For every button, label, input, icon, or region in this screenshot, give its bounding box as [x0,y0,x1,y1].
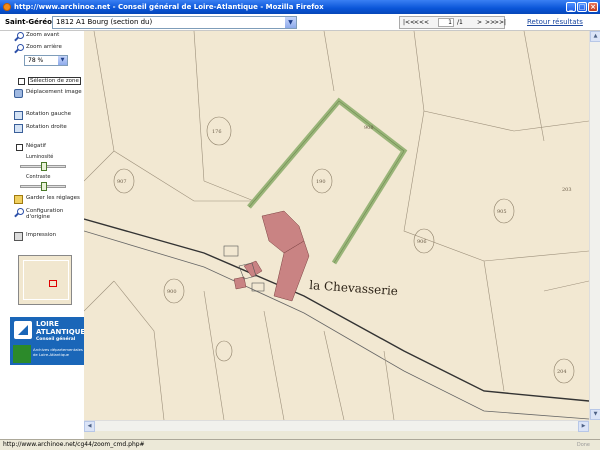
rotate-left-tool[interactable]: Rotation gauche [14,111,71,120]
pager: |<< << < 1 /1 > >> >>| [399,16,506,29]
zoom-in-label: Zoom avant [26,32,60,38]
map-viewer[interactable]: 176 908 190 907 906 905 900 204 203 la C… [84,31,589,420]
map-thumbnail[interactable] [18,255,72,305]
parcel-number: 905 [497,209,507,215]
horizontal-scrollbar[interactable]: ◀ ▶ [84,420,589,432]
logo-line1: LOIRE [36,320,59,328]
section-select-value: 1812 A1 Bourg (section du) [56,18,153,26]
place-label: Saint-Géréon [5,18,57,26]
next-page-button[interactable]: > [477,17,482,28]
parcel-number: 176 [212,129,222,135]
contrast-label: Contraste [26,174,51,180]
contrast-slider[interactable] [20,182,66,191]
zoom-in-tool[interactable]: Zoom avant [14,32,59,41]
zoom-select[interactable]: 78 % ▼ [24,55,68,66]
wrench-icon [14,208,24,217]
parcel-number: 908 [364,125,374,131]
maximize-button[interactable]: □ [577,2,587,12]
negative-label: Négatif [26,143,46,149]
rotate-left-label: Rotation gauche [26,111,71,117]
close-button[interactable]: × [588,2,598,12]
thumbnail-frame [23,260,69,300]
zone-select-tool[interactable]: Sélection de zone [18,77,81,85]
chevron-down-icon[interactable]: ▼ [285,17,296,28]
status-bar: http://www.archinoe.net/cg44/zoom_cmd.ph… [0,439,600,450]
zoom-out-tool[interactable]: Zoom arrière [14,44,62,53]
section-select[interactable]: 1812 A1 Bourg (section du) ▼ [52,16,297,29]
rotate-right-label: Rotation droite [26,124,67,130]
back-results-link[interactable]: Retour résultats [527,18,583,26]
prev-fast-button[interactable]: << [414,17,424,28]
logo-line3: Conseil général [36,337,76,342]
parcel-number: 190 [316,179,326,185]
print-label: Impression [26,232,57,238]
contrast-slider-thumb[interactable] [41,182,47,191]
zone-select-label: Sélection de zone [28,77,81,85]
viewer-toolbar: Saint-Géréon 1812 A1 Bourg (section du) … [0,14,600,31]
zoom-in-icon [14,32,24,41]
parcel-number: 203 [562,187,572,193]
parcel-number: 204 [557,369,567,375]
status-url: http://www.archinoe.net/cg44/zoom_cmd.ph… [3,441,145,448]
minimize-button[interactable]: _ [566,2,576,12]
move-image-label: Déplacement image [26,89,82,95]
negative-tool[interactable]: Négatif [16,143,46,151]
rotate-right-tool[interactable]: Rotation droite [14,124,67,133]
original-config-tool[interactable]: Configuration d'origine [14,208,63,220]
page-input[interactable]: 1 [438,18,454,27]
lock-icon [14,195,23,204]
rotate-left-icon [14,111,23,120]
window-titlebar: http://www.archinoe.net - Conseil généra… [0,0,600,14]
parcel-number: 906 [417,239,427,245]
last-page-button[interactable]: >>| [494,17,506,28]
zoom-out-icon [14,44,24,53]
scroll-up-arrow[interactable]: ▲ [590,31,600,42]
rotate-right-icon [14,124,23,133]
logo-emblem-icon [14,321,32,339]
save-settings-tool[interactable]: Garder les réglages [14,195,80,204]
original-config-label: Configuration d'origine [26,208,63,220]
cadastral-map: 176 908 190 907 906 905 900 204 203 la C… [84,31,589,420]
move-image-icon [14,89,23,98]
vertical-scrollbar[interactable]: ▲ ▼ [589,31,600,420]
negative-checkbox[interactable] [16,144,23,151]
scroll-right-arrow[interactable]: ▶ [578,421,589,432]
chevron-down-icon[interactable]: ▼ [58,56,67,65]
parcel-number: 900 [167,289,177,295]
print-tool[interactable]: Impression [14,232,56,241]
scroll-down-arrow[interactable]: ▼ [590,409,600,420]
tools-panel: Zoom avant Zoom arrière 78 % ▼ Sélection… [0,31,86,439]
window-controls: _ □ × [566,2,598,12]
zoom-out-label: Zoom arrière [26,44,62,50]
zoom-value: 78 % [28,57,44,64]
thumbnail-viewport[interactable] [49,280,57,287]
prev-page-button[interactable]: < [424,17,429,28]
logo-line4: Archives départementales de Loire-Atlant… [33,347,83,357]
zone-select-checkbox[interactable] [18,78,25,85]
firefox-icon [3,3,11,11]
move-image-tool[interactable]: Déplacement image [14,89,82,98]
window-title: http://www.archinoe.net - Conseil généra… [14,3,324,11]
scroll-left-arrow[interactable]: ◀ [84,421,95,432]
save-settings-label: Garder les réglages [26,195,80,201]
logo-line2: ATLANTIQUE [36,328,86,336]
brightness-slider[interactable] [20,162,66,171]
brightness-label: Luminosité [26,154,54,160]
original-config-line2: d'origine [26,214,51,220]
status-right: Done [576,442,590,448]
page-total: /1 [457,19,463,26]
logo-green-block [13,345,31,363]
brightness-slider-thumb[interactable] [41,162,47,171]
parcel-number: 907 [117,179,127,185]
printer-icon [14,232,23,241]
loire-atlantique-logo: LOIRE ATLANTIQUE Conseil général Archive… [10,317,86,365]
